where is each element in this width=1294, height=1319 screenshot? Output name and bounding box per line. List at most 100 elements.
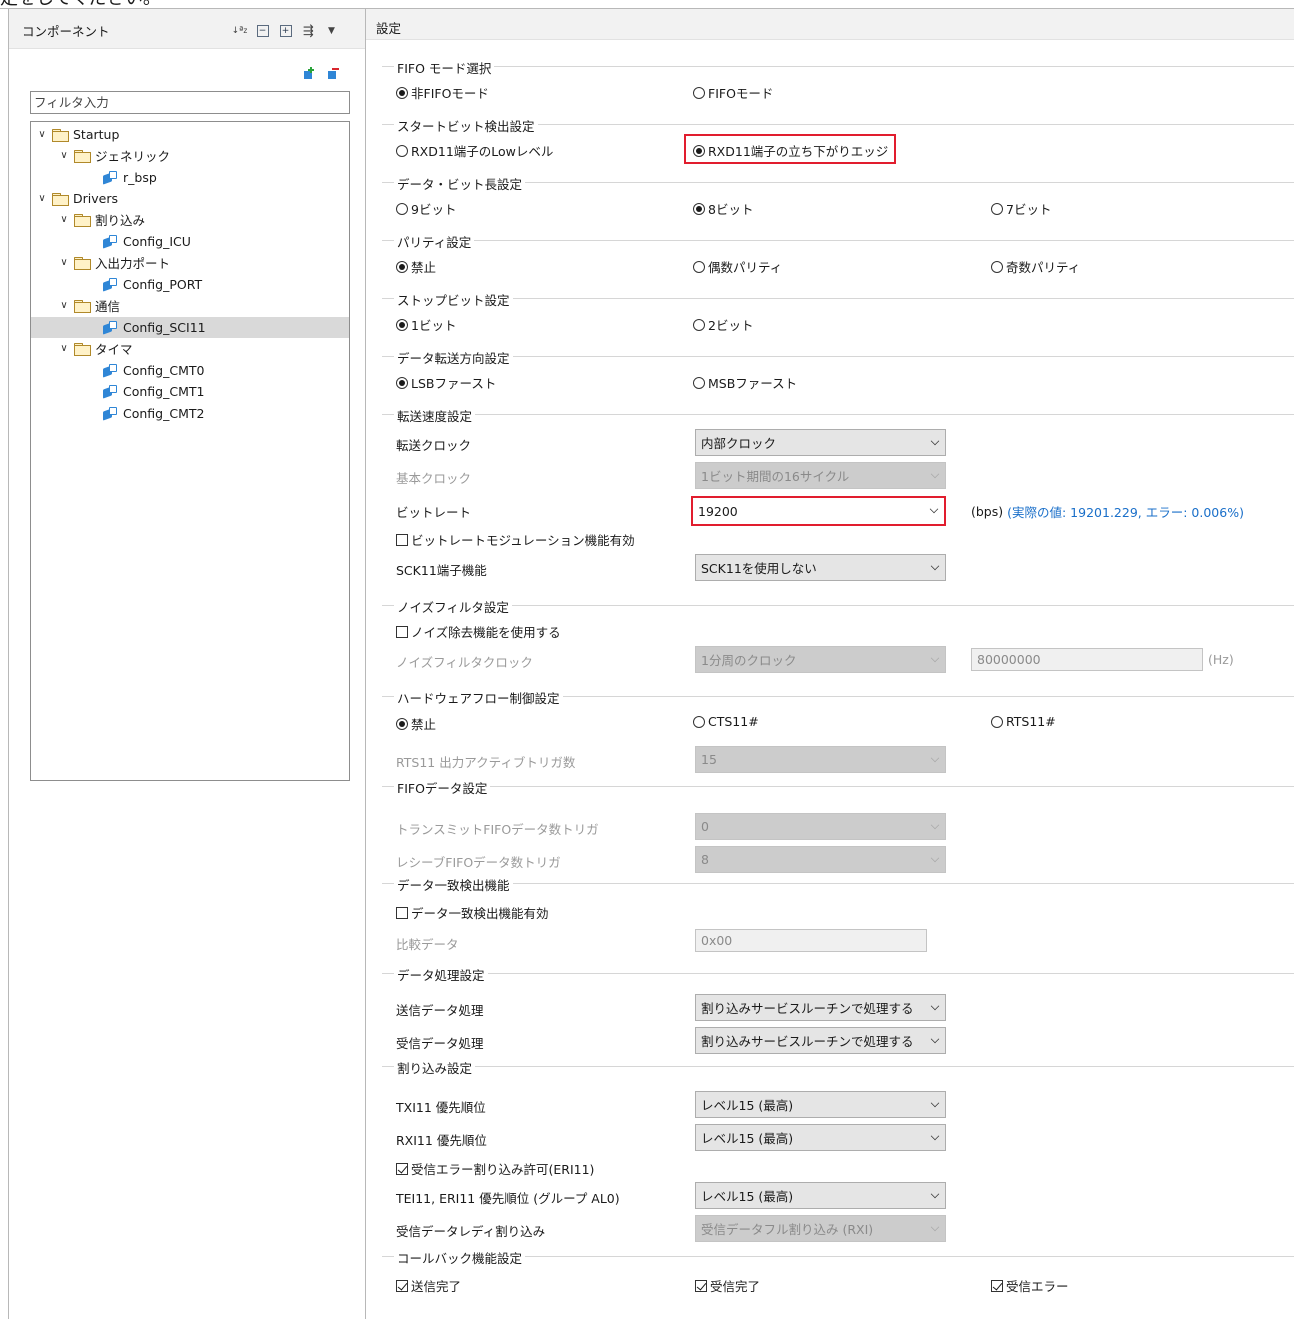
chevron-down-icon[interactable]: ∨ <box>36 193 48 204</box>
radio-selected-icon[interactable] <box>693 144 705 157</box>
lsb-first-radio[interactable]: LSBファースト <box>396 373 496 392</box>
radio-icon[interactable] <box>693 715 705 728</box>
data-match-checkbox[interactable]: データ一致検出機能有効 <box>396 903 549 922</box>
tree-node-interrupt[interactable]: ∨ 割り込み <box>31 209 349 230</box>
view-menu-chevron-icon[interactable]: ▼ <box>323 23 340 39</box>
bitrate-info: (bps) (実際の値: 19201.229, エラー: 0.006%) <box>971 504 1244 520</box>
rx-error-checkbox[interactable]: 受信エラー <box>991 1276 1069 1295</box>
7bit-radio[interactable]: 7ビット <box>991 199 1051 218</box>
chevron-down-icon[interactable]: ∨ <box>58 257 70 268</box>
rx-processing-select[interactable]: 割り込みサービスルーチンで処理する <box>695 1027 946 1054</box>
radio-icon[interactable] <box>991 202 1003 215</box>
checkbox-icon[interactable] <box>396 906 408 919</box>
radio-icon[interactable] <box>991 260 1003 273</box>
tei11-priority-select[interactable]: レベル15 (最高) <box>695 1182 946 1209</box>
radio-selected-icon[interactable] <box>396 318 408 331</box>
component-panel-title: コンポーネント <box>22 24 110 39</box>
sck11-function-select[interactable]: SCK11を使用しない <box>695 554 946 581</box>
radio-icon[interactable] <box>693 260 705 273</box>
tei11-priority-label: TEI11, ERI11 優先順位 (グループ AL0) <box>396 1191 620 1206</box>
1bit-stop-radio[interactable]: 1ビット <box>396 315 456 334</box>
chevron-down-icon <box>930 561 940 571</box>
tree-node-startup[interactable]: ∨ Startup <box>31 124 349 145</box>
chevron-down-icon[interactable]: ∨ <box>36 129 48 140</box>
even-parity-radio[interactable]: 偶数パリティ <box>693 257 782 276</box>
rx-complete-checkbox[interactable]: 受信完了 <box>695 1276 760 1295</box>
component-tree[interactable]: ∨ Startup ∨ ジェネリック r_bsp ∨ Drivers ∨ 割り込み Co… <box>30 121 350 781</box>
falling-edge-radio[interactable]: RXD11端子の立ち下がりエッジ <box>693 141 888 160</box>
tree-node-config-cmt1[interactable]: Config_CMT1 <box>31 381 349 402</box>
expand-all-icon[interactable]: + <box>277 23 294 39</box>
collapse-all-icon[interactable]: − <box>254 23 271 39</box>
tree-node-generic[interactable]: ∨ ジェネリック <box>31 145 349 166</box>
group-title: 転送速度設定 <box>394 406 476 425</box>
fifo-radio[interactable]: FIFOモード <box>693 83 773 102</box>
sort-alpha-icon[interactable]: ↓ª z <box>231 23 248 39</box>
tx-complete-checkbox[interactable]: 送信完了 <box>396 1276 461 1295</box>
radio-selected-icon[interactable] <box>396 260 408 273</box>
msb-first-radio[interactable]: MSBファースト <box>693 373 797 392</box>
radio-selected-icon[interactable] <box>396 376 408 389</box>
radio-selected-icon[interactable] <box>396 717 408 730</box>
filter-options-icon[interactable]: ⇶ <box>300 23 317 39</box>
parity-disabled-radio[interactable]: 禁止 <box>396 257 436 276</box>
chevron-down-icon[interactable]: ∨ <box>58 343 70 354</box>
checkbox-icon[interactable] <box>396 533 408 546</box>
txi11-priority-select[interactable]: レベル15 (最高) <box>695 1091 946 1118</box>
chevron-down-icon[interactable]: ∨ <box>58 300 70 311</box>
radio-icon[interactable] <box>396 144 408 157</box>
bitrate-select[interactable]: 19200 <box>691 496 946 526</box>
checkbox-icon[interactable] <box>396 625 408 638</box>
tree-node-timer[interactable]: ∨ タイマ <box>31 338 349 359</box>
folder-open-icon <box>51 192 69 206</box>
radio-icon[interactable] <box>693 318 705 331</box>
folder-open-icon <box>73 213 91 227</box>
flow-disabled-radio[interactable]: 禁止 <box>396 714 436 733</box>
radio-selected-icon[interactable] <box>693 202 705 215</box>
chevron-down-icon <box>930 653 940 663</box>
tree-node-config-cmt0[interactable]: Config_CMT0 <box>31 360 349 381</box>
radio-icon[interactable] <box>991 715 1003 728</box>
noise-filter-checkbox[interactable]: ノイズ除去機能を使用する <box>396 622 561 641</box>
tree-node-config-sci11[interactable]: Config_SCI11 <box>31 317 349 338</box>
cts11-radio[interactable]: CTS11# <box>693 714 759 729</box>
checkbox-checked-icon[interactable] <box>396 1279 408 1292</box>
2bit-stop-radio[interactable]: 2ビット <box>693 315 753 334</box>
chevron-down-icon[interactable]: ∨ <box>58 150 70 161</box>
radio-selected-icon[interactable] <box>396 86 408 99</box>
folder-open-icon <box>73 149 91 163</box>
chevron-down-icon <box>930 753 940 763</box>
odd-parity-radio[interactable]: 奇数パリティ <box>991 257 1080 276</box>
tree-node-communication[interactable]: ∨ 通信 <box>31 295 349 316</box>
component-filter-input[interactable] <box>30 91 350 114</box>
checkbox-checked-icon[interactable] <box>695 1279 707 1292</box>
group-title: スタートビット検出設定 <box>394 116 538 135</box>
tree-node-drivers[interactable]: ∨ Drivers <box>31 188 349 209</box>
tree-node-r-bsp[interactable]: r_bsp <box>31 167 349 188</box>
remove-component-icon[interactable] <box>325 66 341 81</box>
transfer-clock-select[interactable]: 内部クロック <box>695 429 946 456</box>
tree-node-io-port[interactable]: ∨ 入出力ポート <box>31 252 349 273</box>
8bit-radio[interactable]: 8ビット <box>693 199 753 218</box>
rxi11-priority-select[interactable]: レベル15 (最高) <box>695 1124 946 1151</box>
low-level-radio[interactable]: RXD11端子のLowレベル <box>396 141 553 160</box>
9bit-radio[interactable]: 9ビット <box>396 199 456 218</box>
checkbox-checked-icon[interactable] <box>991 1279 1003 1292</box>
folder-open-icon <box>73 342 91 356</box>
tree-node-config-cmt2[interactable]: Config_CMT2 <box>31 403 349 424</box>
radio-icon[interactable] <box>693 376 705 389</box>
radio-icon[interactable] <box>396 202 408 215</box>
chevron-down-icon[interactable]: ∨ <box>58 214 70 225</box>
tree-node-config-port[interactable]: Config_PORT <box>31 274 349 295</box>
tree-node-config-icu[interactable]: Config_ICU <box>31 231 349 252</box>
non-fifo-radio[interactable]: 非FIFOモード <box>396 83 489 102</box>
radio-icon[interactable] <box>693 86 705 99</box>
group-title: FIFOデータ設定 <box>394 778 491 797</box>
eri11-enable-checkbox[interactable]: 受信エラー割り込み許可(ERI11) <box>396 1159 594 1178</box>
rts11-radio[interactable]: RTS11# <box>991 714 1056 729</box>
component-icon <box>100 277 118 292</box>
add-component-icon[interactable] <box>301 66 317 81</box>
bitrate-modulation-checkbox[interactable]: ビットレートモジュレーション機能有効 <box>396 530 635 549</box>
checkbox-checked-icon[interactable] <box>396 1162 408 1175</box>
tx-processing-select[interactable]: 割り込みサービスルーチンで処理する <box>695 994 946 1021</box>
